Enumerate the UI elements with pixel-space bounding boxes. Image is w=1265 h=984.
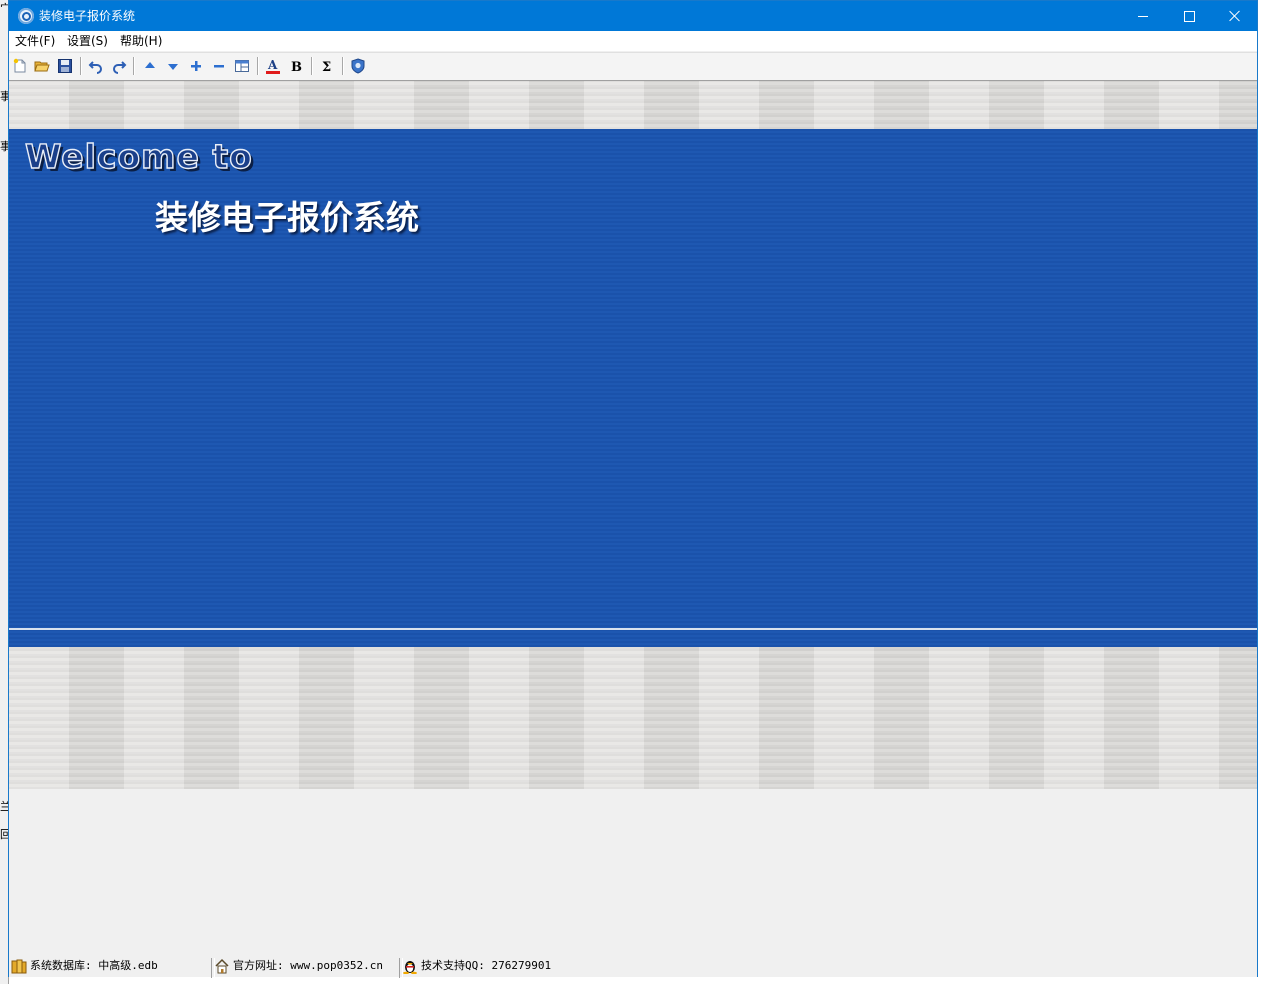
sum-button[interactable]: Σ: [318, 57, 336, 75]
redo-button[interactable]: [110, 57, 128, 75]
layout-icon: [235, 60, 249, 72]
toolbar-separator: [257, 57, 259, 75]
remove-row-button[interactable]: [210, 57, 228, 75]
redo-icon: [113, 61, 127, 74]
svg-text:Σ: Σ: [322, 60, 331, 74]
status-database: 系统数据库: 中高级.edb: [11, 958, 158, 974]
new-file-icon: [13, 58, 26, 73]
svg-text:A: A: [267, 58, 278, 72]
product-title: 装修电子报价系统: [155, 198, 419, 237]
status-website-text: 官方网址: www.pop0352.cn: [233, 959, 383, 972]
toolbar-separator: [311, 57, 313, 75]
toolbar: A B Σ: [9, 52, 1257, 81]
welcome-heading: Welcome to: [24, 136, 253, 176]
menu-help[interactable]: 帮助(H): [114, 33, 168, 49]
svg-text:B: B: [291, 60, 302, 74]
qq-penguin-icon: [403, 961, 417, 974]
font-color-icon: A: [266, 58, 280, 74]
home-icon: [215, 958, 229, 974]
background-text-fragment: 回: [0, 828, 8, 840]
minimize-button[interactable]: [1120, 1, 1166, 31]
background-text-fragment: 宀: [0, 2, 8, 14]
banner-divider: [9, 628, 1257, 630]
welcome-banner: Welcome to 装修电子报价系统: [9, 129, 1257, 647]
status-website[interactable]: 官方网址: www.pop0352.cn: [211, 958, 383, 978]
menu-file[interactable]: 文件(F): [9, 33, 61, 49]
main-window: 装修电子报价系统 文件(F) 设置(S) 帮助(H) A B Σ Welcome…: [8, 0, 1258, 978]
maximize-button[interactable]: [1166, 1, 1212, 31]
status-support[interactable]: 技术支持QQ: 276279901: [399, 958, 552, 978]
add-row-button[interactable]: [187, 57, 205, 75]
app-icon[interactable]: [18, 8, 34, 24]
save-button[interactable]: [56, 57, 74, 75]
status-database-text: 系统数据库: 中高级.edb: [30, 959, 158, 972]
background-text-fragment: 事: [0, 90, 8, 102]
sum-icon: Σ: [322, 60, 331, 74]
move-down-button[interactable]: [164, 57, 182, 75]
close-icon: [1229, 10, 1241, 22]
undo-icon: [88, 61, 102, 74]
open-folder-icon: [34, 61, 50, 72]
bold-button[interactable]: B: [287, 57, 305, 75]
toolbar-separator: [342, 57, 344, 75]
title-bar[interactable]: 装修电子报价系统: [9, 1, 1257, 31]
move-down-icon: [168, 64, 178, 70]
layout-button[interactable]: [233, 57, 251, 75]
font-color-button[interactable]: A: [264, 57, 282, 75]
database-icon: [11, 959, 27, 974]
menu-bar: 文件(F) 设置(S) 帮助(H): [9, 31, 1257, 51]
minimize-icon: [1138, 15, 1148, 17]
close-button[interactable]: [1212, 1, 1258, 31]
shield-icon: [351, 58, 365, 74]
background-text-fragment: 事: [0, 140, 8, 152]
menu-settings[interactable]: 设置(S): [61, 33, 114, 49]
move-up-icon: [145, 62, 155, 68]
background-text-fragment: 兰: [0, 800, 8, 812]
window-title: 装修电子报价系统: [39, 9, 136, 23]
move-up-button[interactable]: [141, 57, 159, 75]
new-file-button[interactable]: [11, 57, 29, 75]
decorative-stripe-bottom: [9, 647, 1257, 789]
open-button[interactable]: [33, 57, 51, 75]
shield-button[interactable]: [349, 57, 367, 75]
bold-icon: B: [291, 60, 302, 74]
save-icon: [58, 59, 72, 73]
toolbar-separator: [80, 57, 82, 75]
status-bar: 系统数据库: 中高级.edb 官方网址: www.pop0352.cn 技术支持…: [9, 955, 1257, 978]
undo-button[interactable]: [87, 57, 105, 75]
decorative-stripe-top: [9, 81, 1257, 129]
toolbar-separator: [133, 57, 135, 75]
status-divider: [399, 958, 403, 978]
status-divider: [211, 958, 215, 978]
maximize-icon: [1183, 10, 1195, 22]
add-row-icon: [191, 61, 201, 71]
remove-row-icon: [214, 65, 224, 68]
status-support-text: 技术支持QQ: 276279901: [421, 959, 552, 972]
